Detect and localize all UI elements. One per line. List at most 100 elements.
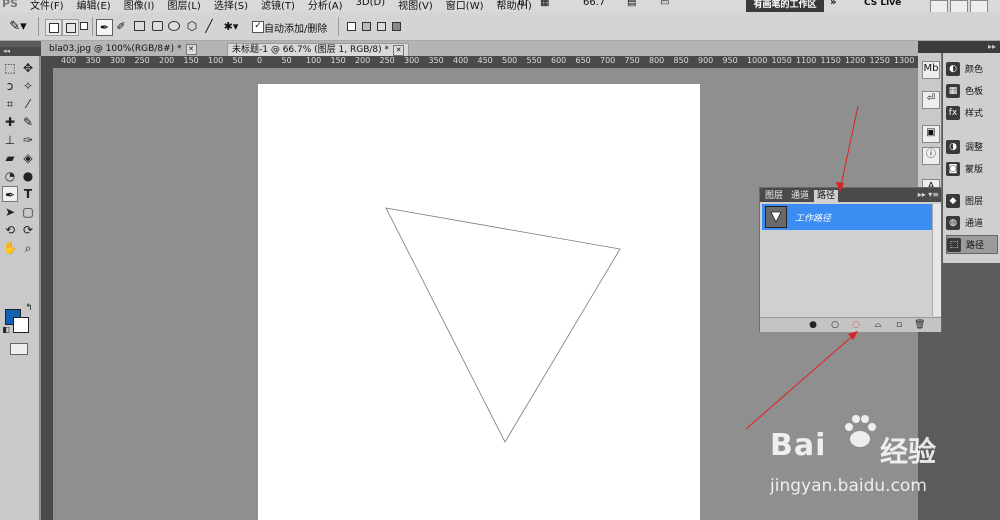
menu-analysis[interactable]: 分析(A) <box>308 0 343 12</box>
panel-styles[interactable]: fx 样式 <box>946 103 998 122</box>
bridge-button[interactable]: Br <box>518 0 529 8</box>
cs-live-button[interactable]: CS Live <box>864 0 901 8</box>
blur-tool-icon[interactable]: ◔ <box>2 168 18 184</box>
menu-view[interactable]: 视图(V) <box>398 0 433 12</box>
navigator-icon[interactable]: ▣ <box>922 125 940 143</box>
pen-tool-icon[interactable]: ✒ <box>2 186 18 202</box>
menu-window[interactable]: 窗口(W) <box>446 0 484 12</box>
pen-tool-preset-icon[interactable]: ✎▾ <box>6 19 30 34</box>
document-canvas[interactable] <box>258 84 700 520</box>
layers-icon: ◆ <box>946 193 960 208</box>
panel-layers[interactable]: ◆ 图层 <box>946 191 998 210</box>
tab-channels[interactable]: 通道 <box>788 190 812 202</box>
rectangle-shape-button[interactable] <box>132 19 146 33</box>
menu-file[interactable]: 文件(F) <box>30 0 64 12</box>
fill-path-icon[interactable]: ● <box>808 320 818 330</box>
brush-tool-icon[interactable]: ✎ <box>20 114 36 130</box>
healing-brush-tool-icon[interactable]: ✚ <box>2 114 18 130</box>
close-icon[interactable]: ✕ <box>393 45 404 56</box>
make-work-path-icon[interactable]: ⌓ <box>870 320 886 330</box>
default-colors-icon[interactable]: ◧ <box>1 325 11 335</box>
delete-path-icon[interactable]: 🗑 <box>914 320 925 330</box>
screen-mode-icon[interactable]: ▭ <box>660 0 669 8</box>
dodge-tool-icon[interactable]: ● <box>20 168 36 184</box>
shape-tool-icon[interactable]: ▢ <box>20 204 36 220</box>
quick-select-tool-icon[interactable]: ✧ <box>20 78 36 94</box>
tab-paths[interactable]: 路径 <box>814 190 839 202</box>
load-path-as-selection-icon[interactable]: ◌ <box>851 320 861 330</box>
new-path-icon[interactable]: ▫ <box>894 320 904 330</box>
menu-edit[interactable]: 编辑(E) <box>77 0 111 12</box>
panel-menu-icon[interactable]: ▸▸ ▾≡ <box>918 190 939 199</box>
workspace-switcher[interactable]: 有画笔的工作区 <box>746 0 824 12</box>
path-intersect-button[interactable] <box>375 19 387 33</box>
ellipse-shape-button[interactable] <box>167 19 181 33</box>
rounded-rectangle-button[interactable] <box>150 19 164 33</box>
color-icon: ◐ <box>946 61 960 76</box>
custom-shape-button[interactable]: ✱▾ <box>220 19 242 33</box>
menu-filter[interactable]: 滤镜(T) <box>261 0 295 12</box>
menu-layer[interactable]: 图层(L) <box>167 0 200 12</box>
paths-mode-button[interactable] <box>62 19 79 36</box>
panel-color[interactable]: ◐ 颜色 <box>946 59 998 78</box>
crop-tool-icon[interactable]: ⌗ <box>2 96 18 112</box>
path-selection-tool-icon[interactable]: ➤ <box>2 204 18 220</box>
doc-tab-untitled[interactable]: 未标题-1 @ 66.7% (图层 1, RGB/8) * ✕ <box>227 43 409 57</box>
panel-adjustments[interactable]: ◑ 调整 <box>946 137 998 156</box>
minibridge-icon[interactable]: Mb <box>922 61 940 79</box>
panel-swatches[interactable]: ▦ 色板 <box>946 81 998 100</box>
doc-tab-bla03[interactable]: bla03.jpg @ 100%(RGB/8#) * ✕ <box>45 43 201 56</box>
ruler-tick-label: 900 <box>698 56 714 65</box>
panel-scrollbar[interactable] <box>932 204 941 316</box>
dock-grip[interactable]: ▸▸ <box>918 41 1000 53</box>
clone-stamp-tool-icon[interactable]: ⊥ <box>2 132 18 148</box>
history-icon[interactable]: ⏎ <box>922 91 940 109</box>
path-subtract-button[interactable] <box>360 19 372 33</box>
pen-tool-button[interactable]: ✒ <box>96 19 113 36</box>
more-workspaces-icon[interactable]: » <box>830 0 836 8</box>
panel-channels[interactable]: ◍ 通道 <box>946 213 998 232</box>
panel-paths[interactable]: ⬚ 路径 <box>946 235 998 254</box>
3d-orbit-tool-icon[interactable]: ⟳ <box>20 222 36 238</box>
shape-layers-button[interactable] <box>45 19 62 36</box>
fill-pixels-button[interactable] <box>79 19 89 33</box>
menu-image[interactable]: 图像(I) <box>124 0 155 12</box>
eraser-tool-icon[interactable]: ▰ <box>2 150 18 166</box>
view-extras-icon[interactable]: ▤ <box>627 0 636 8</box>
path-exclude-button[interactable] <box>390 19 402 33</box>
toolbox-grip[interactable]: ◂◂ <box>0 47 43 56</box>
minimize-button[interactable] <box>930 0 948 12</box>
work-path-row[interactable]: 工作路径 <box>762 204 932 230</box>
hand-tool-icon[interactable]: ✋ <box>2 240 18 256</box>
tab-layers[interactable]: 图层 <box>762 190 786 202</box>
auto-add-delete-checkbox[interactable]: ✓ <box>252 21 264 33</box>
menu-select[interactable]: 选择(S) <box>214 0 248 12</box>
paint-bucket-tool-icon[interactable]: ◈ <box>20 150 36 166</box>
menu-3d[interactable]: 3D(D) <box>356 0 386 12</box>
close-window-button[interactable] <box>970 0 988 12</box>
info-icon[interactable]: ⓘ <box>922 147 940 165</box>
paths-panel-tabs: 图层 通道 路径 ▸▸ ▾≡ <box>760 188 941 202</box>
marquee-tool-icon[interactable]: ⬚ <box>2 60 18 76</box>
quick-mask-button[interactable] <box>10 343 28 355</box>
history-brush-tool-icon[interactable]: ✑ <box>20 132 36 148</box>
freeform-pen-button[interactable]: ✐ <box>114 19 128 33</box>
ruler-tick-label: 0 <box>257 56 263 65</box>
close-icon[interactable]: ✕ <box>185 44 197 55</box>
arrange-icon[interactable]: ▦ <box>540 0 549 8</box>
polygon-shape-button[interactable]: ⬡ <box>185 19 199 33</box>
panel-masks[interactable]: ◙ 蒙版 <box>946 159 998 178</box>
stroke-path-icon[interactable]: ○ <box>830 320 840 330</box>
3d-rotate-tool-icon[interactable]: ⟲ <box>2 222 18 238</box>
path-add-button[interactable] <box>345 19 357 33</box>
move-tool-icon[interactable]: ✥ <box>20 60 36 76</box>
swap-colors-icon[interactable]: ↰ <box>24 303 34 313</box>
type-tool-icon[interactable]: T <box>20 186 36 202</box>
zoom-tool-icon[interactable]: ⌕ <box>20 240 36 256</box>
line-shape-button[interactable]: ╱ <box>202 19 216 33</box>
maximize-button[interactable] <box>950 0 968 12</box>
zoom-level[interactable]: 66.7 <box>583 0 605 8</box>
eyedropper-tool-icon[interactable]: ⁄ <box>20 96 36 112</box>
lasso-tool-icon[interactable]: ↄ <box>2 78 18 94</box>
background-color-swatch[interactable] <box>13 317 29 333</box>
